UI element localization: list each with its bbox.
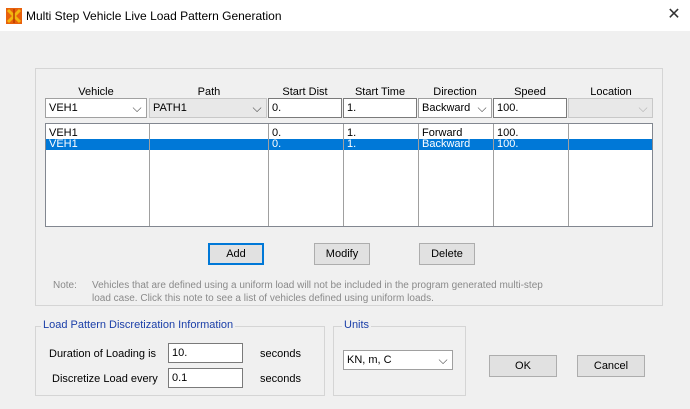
path-select-value: PATH1 [153,102,187,114]
vehicle-select-value: VEH1 [49,102,78,114]
column-divider [343,124,344,226]
app-logo-icon [6,8,22,24]
chevron-down-icon: ⌵ [252,101,262,115]
start-dist-input[interactable]: 0. [268,98,342,118]
note-line-1[interactable]: Vehicles that are defined using a unifor… [92,280,543,291]
cell-speed: 100. [497,138,519,150]
location-select: ⌵ [568,98,653,118]
discretization-title: Load Pattern Discretization Information [41,319,236,331]
column-divider [149,124,150,226]
note-label[interactable]: Note: [53,280,77,291]
window-title: Multi Step Vehicle Live Load Pattern Gen… [26,9,282,23]
speed-input[interactable]: 100. [493,98,567,118]
cell-start-dist: 0. [272,138,282,150]
add-button[interactable]: Add [208,243,264,265]
vehicle-select[interactable]: VEH1 ⌵ [45,98,147,118]
column-header-direction: Direction [433,86,477,98]
delete-button[interactable]: Delete [419,243,475,265]
title-bar: Multi Step Vehicle Live Load Pattern Gen… [0,0,690,31]
discretize-unit: seconds [260,373,301,385]
units-select-value: KN, m, C [347,354,392,366]
direction-select[interactable]: Backward ⌵ [418,98,492,118]
discretize-label: Discretize Load every [52,373,158,385]
chevron-down-icon: ⌵ [477,101,487,115]
direction-select-value: Backward [422,102,471,114]
chevron-down-icon: ⌵ [438,353,448,367]
path-select[interactable]: PATH1 ⌵ [149,98,267,118]
vehicle-list[interactable]: VEH1 0. 1. Forward 100. VEH1 0. 1. Backw… [45,123,653,227]
modify-button[interactable]: Modify [314,243,370,265]
units-title: Units [342,319,372,331]
duration-input[interactable]: 10. [168,343,243,363]
column-header-vehicle: Vehicle [78,86,114,98]
column-divider [418,124,419,226]
ok-button[interactable]: OK [489,355,557,377]
note-line-2[interactable]: load case. Click this note to see a list… [92,293,434,304]
discretize-input[interactable]: 0.1 [168,368,243,388]
duration-label: Duration of Loading is [49,348,157,360]
cell-start-time: 1. [347,138,357,150]
column-header-path: Path [197,86,221,98]
start-time-input[interactable]: 1. [343,98,417,118]
column-header-start-dist: Start Dist [282,86,328,98]
column-divider [268,124,269,226]
cancel-button[interactable]: Cancel [577,355,645,377]
cell-vehicle: VEH1 [49,138,78,150]
close-button[interactable]: ✕ [660,2,688,28]
list-row-selected[interactable]: VEH1 0. 1. Backward 100. [46,139,652,150]
column-divider [568,124,569,226]
cell-direction: Backward [422,138,471,150]
column-header-speed: Speed [514,86,546,98]
units-select[interactable]: KN, m, C ⌵ [343,350,453,370]
chevron-down-icon: ⌵ [132,101,142,115]
duration-unit: seconds [260,348,301,360]
column-header-start-time: Start Time [354,86,406,98]
column-header-location: Location [590,86,632,98]
chevron-down-icon: ⌵ [638,101,648,115]
column-divider [493,124,494,226]
